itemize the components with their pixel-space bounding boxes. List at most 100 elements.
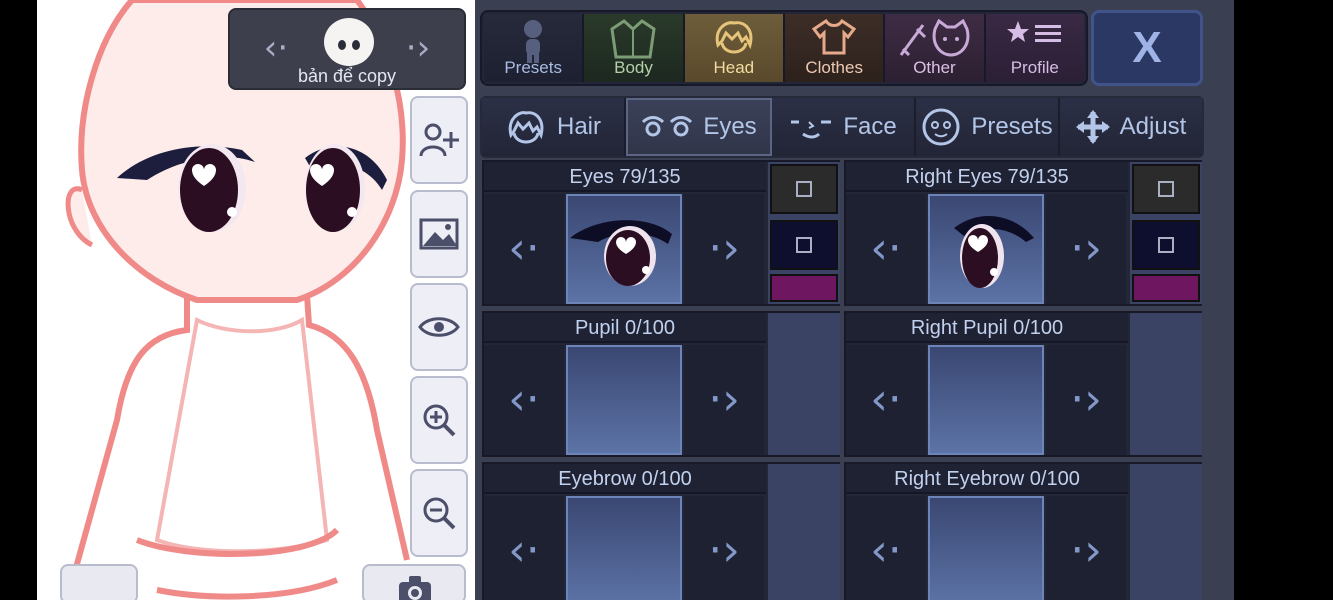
right-eyebrow-preview [928,496,1044,600]
eyes-icon [642,116,693,137]
right-eye-color-2-swatch[interactable] [1132,220,1200,270]
color-side-panel [1130,313,1202,455]
checkbox[interactable] [1158,237,1174,253]
tab-label: Head [713,58,755,77]
previous-right-pupil-button[interactable]: ‹· [846,345,926,455]
tab-profile[interactable]: Profile [985,14,1084,82]
right-eye-color-1-swatch[interactable] [1132,164,1200,214]
next-right-eyes-button[interactable]: ·› [1046,194,1126,304]
subtab-label: Hair [556,113,601,140]
subtab-eyes[interactable]: Eyes [626,98,772,156]
previous-eyebrow-button[interactable]: ‹· [484,496,564,600]
camera-button[interactable] [362,564,466,600]
camera-icon [399,576,431,600]
next-pupil-button[interactable]: ·› [684,345,764,455]
character-head-thumbnail [324,18,374,66]
image-icon [419,218,459,250]
move-arrows-icon [1075,110,1110,144]
close-label: X [1132,23,1162,72]
subtab-hair[interactable]: Hair [482,98,626,156]
previous-eyes-button[interactable]: ‹· [484,194,564,304]
slot-title: Right Pupil 0/100 [846,313,1128,343]
right-letterbox [1234,0,1333,600]
thumbnail-eye [352,40,360,50]
tab-label: Other [913,58,956,77]
character-name: bản để copy [297,66,397,86]
next-character-button[interactable]: ·› [400,28,436,68]
subtab-adjust[interactable]: Adjust [1060,98,1202,156]
checkbox[interactable] [796,181,812,197]
zoom-in-button[interactable] [410,376,468,464]
right-pupil-slot: Right Pupil 0/100 ‹· ·› [844,311,1202,457]
subtab-face[interactable]: Face [772,98,916,156]
color-side-panel [768,313,840,455]
color-side-panel [1130,464,1202,600]
right-eyebrow-slot: Right Eyebrow 0/100 ‹· ·› [844,462,1202,600]
right-eye-accent-swatch[interactable] [1132,274,1200,302]
jacket-icon [610,19,657,59]
slot-title: Right Eyes 79/135 [846,162,1128,192]
slot-title: Eyes 79/135 [484,162,766,192]
character-select-button[interactable] [60,564,138,600]
pupil-slot: Pupil 0/100 ‹· ·› [482,311,840,457]
eye-shape-preview [570,220,672,286]
tab-clothes[interactable]: Clothes [784,14,886,82]
slot-title: Right Eyebrow 0/100 [846,464,1128,494]
person-silhouette-icon [524,20,543,63]
color-side-panel [768,464,840,600]
background-button[interactable] [410,190,468,278]
eyebrow-preview [566,496,682,600]
zoom-out-icon [423,497,456,530]
zoom-in-icon [423,404,456,437]
head-subtabs: Hair Eyes Face Presets Adjust [480,96,1204,158]
add-person-icon [419,123,459,157]
previous-right-eyes-button[interactable]: ‹· [846,194,926,304]
next-eyebrow-button[interactable]: ·› [684,496,764,600]
tab-label: Body [614,58,653,77]
previous-pupil-button[interactable]: ‹· [484,345,564,455]
face-icon [791,120,832,139]
tab-other[interactable]: Other [885,14,986,82]
next-right-pupil-button[interactable]: ·› [1046,345,1126,455]
eyes-preview [566,194,682,304]
eye-color-2-swatch[interactable] [770,220,838,270]
tab-label: Clothes [805,58,863,77]
smiley-face-icon [922,108,960,146]
character-switcher: ‹· ·› bản để copy [228,8,466,90]
checkbox[interactable] [796,237,812,253]
zoom-out-button[interactable] [410,469,468,557]
eyes-slot: Eyes 79/135 ‹· ·› [482,160,840,306]
subtab-label: Face [843,113,897,140]
subtab-presets[interactable]: Presets [916,98,1060,156]
next-right-eyebrow-button[interactable]: ·› [1046,496,1126,600]
subtab-label: Presets [971,113,1053,140]
next-eyes-button[interactable]: ·› [684,194,764,304]
toggle-visibility-button[interactable] [410,283,468,371]
category-tabs: Presets Body Head Clothes Other Profile [480,10,1088,86]
hair-icon [508,111,544,144]
star-list-icon [1006,21,1061,42]
eyebrow-slot: Eyebrow 0/100 ‹· ·› [482,462,840,600]
previous-right-eyebrow-button[interactable]: ‹· [846,496,926,600]
tab-body[interactable]: Body [584,14,685,82]
thumbnail-eye [338,40,346,50]
subtab-label: Eyes [703,113,757,140]
left-letterbox [0,0,37,600]
close-button[interactable]: X [1091,10,1203,86]
tab-presets[interactable]: Presets [484,14,585,82]
eye-accent-swatch[interactable] [770,274,838,302]
shirt-icon [812,19,857,55]
right-eyes-slot: Right Eyes 79/135 ‹· ·› [844,160,1202,306]
right-eyes-preview [928,194,1044,304]
eye-icon [418,317,460,337]
tab-head[interactable]: Head [684,14,785,82]
pupil-preview [566,345,682,455]
slot-title: Eyebrow 0/100 [484,464,766,494]
eye-shape-preview [954,215,1034,288]
slot-title: Pupil 0/100 [484,313,766,343]
checkbox[interactable] [1158,181,1174,197]
previous-character-button[interactable]: ‹· [258,28,294,68]
right-pupil-preview [928,345,1044,455]
eye-color-1-swatch[interactable] [770,164,838,214]
add-character-button[interactable] [410,96,468,184]
